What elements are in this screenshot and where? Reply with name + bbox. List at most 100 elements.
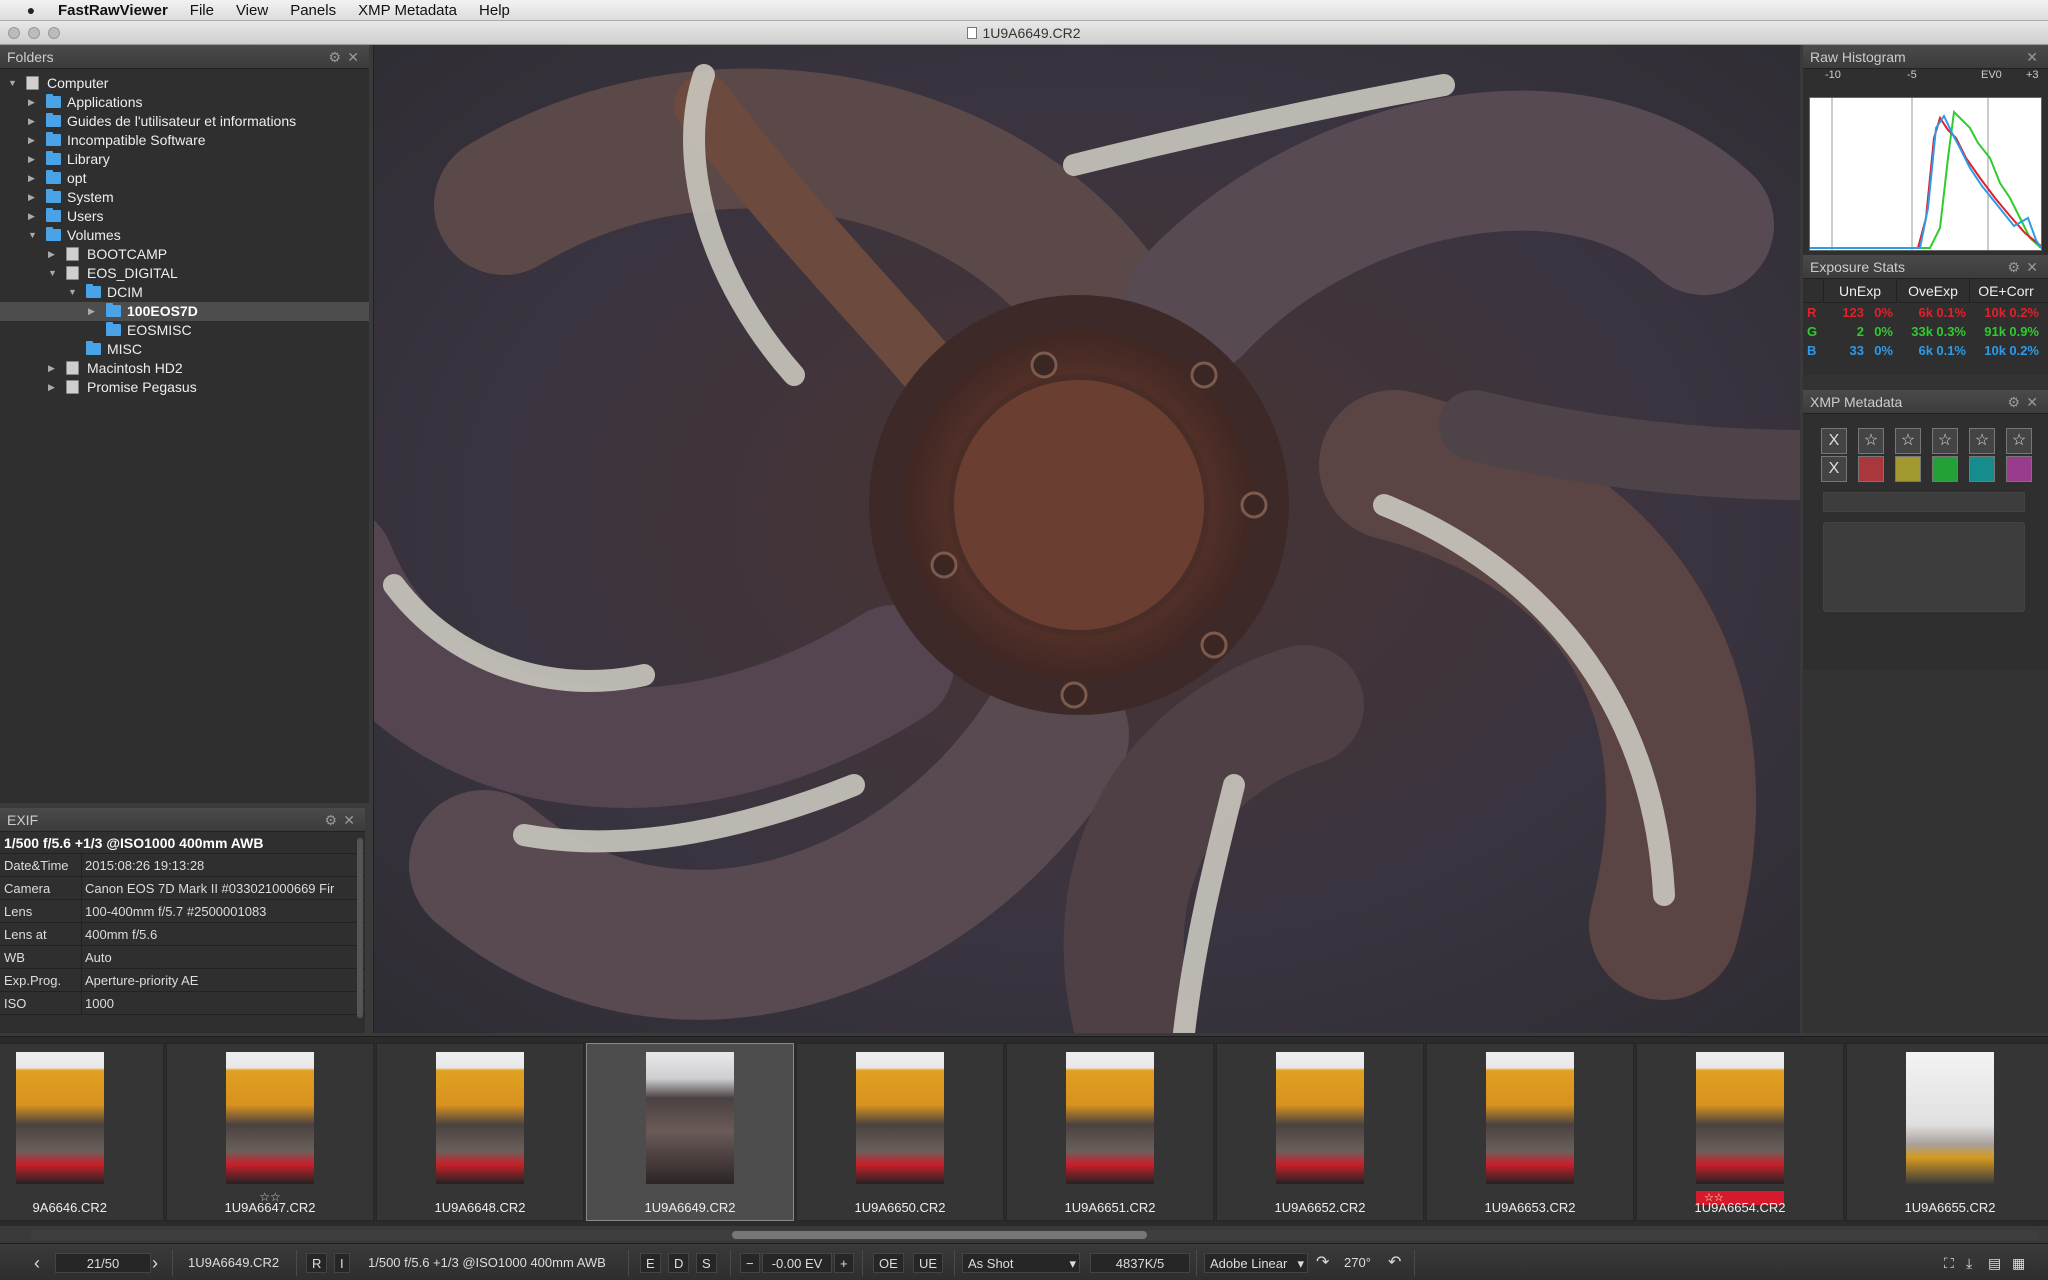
filmstrip-thumbnail[interactable]: 1U9A6650.CR2 <box>796 1043 1004 1221</box>
close-icon[interactable]: ✕ <box>343 808 355 832</box>
color-label-button[interactable] <box>1969 456 1995 482</box>
ue-button[interactable]: UE <box>913 1253 944 1273</box>
star-rating-button[interactable]: ☆ <box>1858 428 1884 454</box>
filmstrip-thumbnail[interactable]: ☆☆ 1U9A6654.CR2 <box>1636 1043 1844 1221</box>
close-icon[interactable]: ✕ <box>2026 390 2038 414</box>
filmstrip-thumbnail[interactable]: 1U9A6653.CR2 <box>1426 1043 1634 1221</box>
disclosure-collapsed-icon[interactable]: ▶ <box>28 169 35 188</box>
folder-tree-item[interactable]: ▶ Applications <box>0 93 369 112</box>
next-image-button[interactable]: › <box>152 1252 158 1274</box>
folder-tree-item[interactable]: EOSMISC <box>0 321 369 340</box>
apple-icon[interactable]: ● <box>20 2 42 18</box>
star-rating-button[interactable]: ☆ <box>1932 428 1958 454</box>
folder-tree-item[interactable]: ▼ EOS_DIGITAL <box>0 264 369 283</box>
filmstrip-thumbnail[interactable]: 1U9A6655.CR2 <box>1846 1043 2048 1221</box>
gear-icon[interactable]: ⚙ <box>2007 390 2020 414</box>
disclosure-collapsed-icon[interactable]: ▶ <box>28 131 35 150</box>
filmstrip-thumbnail[interactable]: 1U9A6651.CR2 <box>1006 1043 1214 1221</box>
menu-file[interactable]: File <box>179 0 225 21</box>
rotate-right-icon[interactable]: ↷ <box>1316 1252 1329 1274</box>
d-button[interactable]: D <box>668 1253 690 1273</box>
fit-view-icon[interactable]: ⛶ <box>1944 1252 1954 1274</box>
disclosure-expanded-icon[interactable]: ▼ <box>28 226 37 245</box>
disclosure-collapsed-icon[interactable]: ▶ <box>88 302 95 321</box>
disclosure-collapsed-icon[interactable]: ▶ <box>48 378 55 397</box>
folder-tree-item[interactable]: ▶ Guides de l'utilisateur et informations <box>0 112 369 131</box>
color-label-button[interactable] <box>1932 456 1958 482</box>
layout-icon[interactable]: ▤ <box>1988 1252 2001 1274</box>
ev-minus-button[interactable]: − <box>740 1253 760 1273</box>
folder-tree-item[interactable]: ▶ 100EOS7D <box>0 302 369 321</box>
s-button[interactable]: S <box>696 1253 717 1273</box>
filmstrip-thumbnail[interactable]: 9A6646.CR2 <box>0 1043 164 1221</box>
menu-view[interactable]: View <box>225 0 279 21</box>
oe-button[interactable]: OE <box>873 1253 904 1273</box>
image-viewer[interactable] <box>373 45 1800 1033</box>
folder-tree-item[interactable]: ▼ Volumes <box>0 226 369 245</box>
menu-panels[interactable]: Panels <box>279 0 347 21</box>
gear-icon[interactable]: ⚙ <box>324 808 337 832</box>
prev-image-button[interactable]: ‹ <box>34 1252 40 1274</box>
disclosure-collapsed-icon[interactable]: ▶ <box>48 359 55 378</box>
exposure-stat-cell: 0% <box>1874 324 1893 339</box>
folder-tree-item[interactable]: MISC <box>0 340 369 359</box>
folder-tree-item[interactable]: ▼ Computer <box>0 74 369 93</box>
folder-tree-item[interactable]: ▼ DCIM <box>0 283 369 302</box>
rotate-left-icon[interactable]: ↶ <box>1388 1252 1401 1274</box>
menu-help[interactable]: Help <box>468 0 521 21</box>
grid-icon[interactable]: ▦ <box>2012 1252 2025 1274</box>
filmstrip-scrollbar[interactable] <box>30 1230 2040 1240</box>
disclosure-collapsed-icon[interactable]: ▶ <box>28 93 35 112</box>
close-icon[interactable]: ✕ <box>347 45 359 69</box>
folder-tree-item[interactable]: ▶ BOOTCAMP <box>0 245 369 264</box>
disclosure-expanded-icon[interactable]: ▼ <box>48 264 57 283</box>
folder-tree-item[interactable]: ▶ opt <box>0 169 369 188</box>
folder-tree-item[interactable]: ▶ System <box>0 188 369 207</box>
temperature-field[interactable]: 4837K/5 <box>1090 1253 1190 1273</box>
i-button[interactable]: I <box>334 1253 350 1273</box>
r-button[interactable]: R <box>306 1253 328 1273</box>
disclosure-collapsed-icon[interactable]: ▶ <box>48 245 55 264</box>
profile-select[interactable]: Adobe Linear ▾ <box>1204 1253 1308 1273</box>
disclosure-expanded-icon[interactable]: ▼ <box>68 283 77 302</box>
folder-tree-item[interactable]: ▶ Macintosh HD2 <box>0 359 369 378</box>
disclosure-collapsed-icon[interactable]: ▶ <box>28 188 35 207</box>
folder-tree-item[interactable]: ▶ Users <box>0 207 369 226</box>
reject-button[interactable]: X <box>1821 428 1847 454</box>
folder-tree-item[interactable]: ▶ Incompatible Software <box>0 131 369 150</box>
disclosure-expanded-icon[interactable]: ▼ <box>8 74 17 93</box>
window-titlebar: 1U9A6649.CR2 <box>0 21 2048 45</box>
xmp-title-field[interactable] <box>1823 492 2025 512</box>
menu-app[interactable]: FastRawViewer <box>50 0 179 21</box>
disclosure-collapsed-icon[interactable]: ▶ <box>28 112 35 131</box>
gear-icon[interactable]: ⚙ <box>328 45 341 69</box>
xmp-description-field[interactable] <box>1823 522 2025 612</box>
close-icon[interactable]: ✕ <box>2026 255 2038 279</box>
close-icon[interactable]: ✕ <box>2026 45 2038 69</box>
color-label-button[interactable] <box>1858 456 1884 482</box>
disclosure-collapsed-icon[interactable]: ▶ <box>28 150 35 169</box>
star-rating-button[interactable]: ☆ <box>1895 428 1921 454</box>
star-rating-button[interactable]: ☆ <box>2006 428 2032 454</box>
filmstrip-thumbnail[interactable]: 1U9A6652.CR2 <box>1216 1043 1424 1221</box>
white-balance-select[interactable]: As Shot ▾ <box>962 1253 1080 1273</box>
folder-tree-item[interactable]: ▶ Library <box>0 150 369 169</box>
filmstrip-scroll-knob[interactable] <box>732 1231 1147 1239</box>
filmstrip-thumbnail[interactable]: 1U9A6648.CR2 <box>376 1043 584 1221</box>
gear-icon[interactable]: ⚙ <box>2007 255 2020 279</box>
menu-xmp-metadata[interactable]: XMP Metadata <box>347 0 468 21</box>
clear-label-button[interactable]: X <box>1821 456 1847 482</box>
ev-plus-button[interactable]: + <box>834 1253 854 1273</box>
filmstrip-thumbnail[interactable]: 1U9A6649.CR2 <box>586 1043 794 1221</box>
color-label-button[interactable] <box>1895 456 1921 482</box>
disclosure-collapsed-icon[interactable]: ▶ <box>28 207 35 226</box>
star-rating-button[interactable]: ☆ <box>1969 428 1995 454</box>
image-counter[interactable]: 21/50 <box>55 1253 151 1273</box>
filmstrip-thumbnail[interactable]: ☆☆ 1U9A6647.CR2 <box>166 1043 374 1221</box>
ev-field[interactable]: -0.00 EV <box>762 1253 832 1273</box>
color-label-button[interactable] <box>2006 456 2032 482</box>
download-icon[interactable]: ⤓ <box>1966 1252 1972 1274</box>
e-button[interactable]: E <box>640 1253 661 1273</box>
folder-tree-item[interactable]: ▶ Promise Pegasus <box>0 378 369 397</box>
exif-scrollbar[interactable] <box>357 838 363 1018</box>
